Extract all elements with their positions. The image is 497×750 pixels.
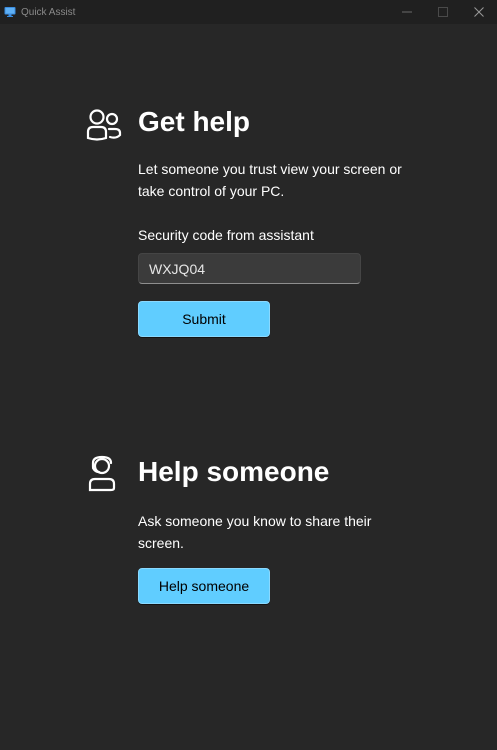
- minimize-button[interactable]: [389, 0, 425, 24]
- title-bar[interactable]: Quick Assist: [0, 0, 497, 24]
- quick-assist-window: Quick Assist Get help Let someone you tr…: [0, 0, 497, 750]
- submit-button[interactable]: Submit: [138, 301, 270, 337]
- window-controls: [389, 0, 497, 24]
- minimize-icon: [402, 11, 412, 13]
- help-someone-button[interactable]: Help someone: [138, 568, 270, 604]
- person-headset-icon: [86, 455, 120, 497]
- quick-assist-app-icon: [4, 6, 16, 18]
- get-help-description: Let someone you trust view your screen o…: [138, 161, 402, 199]
- get-help-title: Get help: [138, 106, 251, 137]
- maximize-icon: [438, 7, 448, 17]
- security-code-label: Security code from assistant: [138, 227, 314, 243]
- window-title: Quick Assist: [21, 6, 76, 18]
- close-icon: [474, 7, 484, 17]
- security-code-input[interactable]: [138, 253, 361, 284]
- maximize-button[interactable]: [425, 0, 461, 24]
- people-icon: [86, 108, 122, 146]
- help-someone-description: Ask someone you know to share their scre…: [138, 513, 372, 551]
- help-someone-title: Help someone: [138, 456, 330, 487]
- close-button[interactable]: [461, 0, 497, 24]
